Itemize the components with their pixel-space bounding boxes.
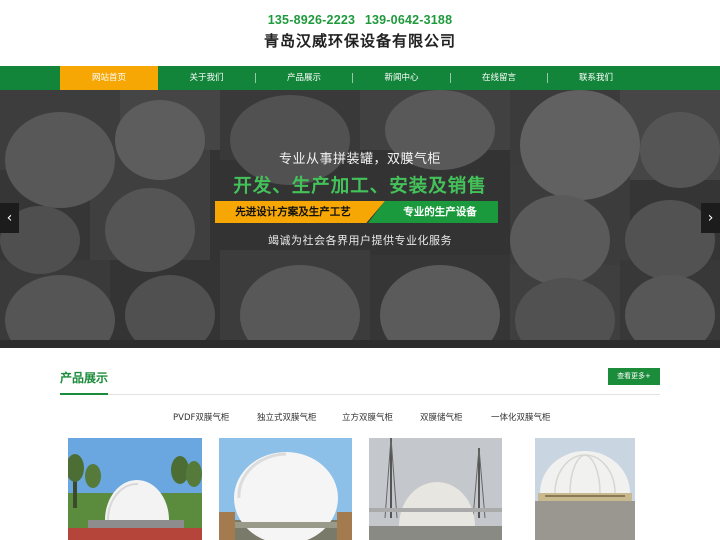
section-title-underline <box>60 393 108 395</box>
section-divider <box>60 394 660 395</box>
phone-1[interactable]: 135-8926-2223 <box>268 13 355 27</box>
product-image-dome-towers <box>369 438 502 540</box>
product-image-integrated-dome <box>535 438 635 540</box>
nav-news[interactable]: 新闻中心 <box>353 66 450 90</box>
product-thumbnail[interactable] <box>68 438 202 540</box>
nav-home[interactable]: 网站首页 <box>60 66 158 90</box>
company-name: 青岛汉威环保设备有限公司 <box>263 32 456 50</box>
banner-headline: 专业从事拼装罐，双膜气柜 <box>278 152 441 167</box>
main-nav: 网站首页 关于我们 产品展示 新闻中心 在线留言 联系我们 <box>0 66 720 90</box>
product-thumbnail[interactable] <box>219 438 352 540</box>
banner-main-title: 开发、生产加工、安装及销售 <box>233 176 487 197</box>
site-header: 135-8926-2223 139-0642-3188 青岛汉威环保设备有限公司 <box>0 0 720 66</box>
category-storage[interactable]: 双膜储气柜 <box>420 411 463 423</box>
view-more-button[interactable]: 查看更多+ <box>608 368 660 385</box>
phone-numbers: 135-8926-2223 139-0642-3188 <box>0 13 720 27</box>
category-standalone[interactable]: 独立式双膜气柜 <box>257 411 317 423</box>
category-cubic[interactable]: 立方双膜气柜 <box>342 411 393 423</box>
category-integrated[interactable]: 一体化双膜气柜 <box>491 411 551 423</box>
product-image-dome-trees <box>68 438 202 540</box>
category-pvdf[interactable]: PVDF双膜气柜 <box>173 411 229 423</box>
chevron-left-icon[interactable]: ‹ <box>0 203 19 233</box>
section-title-products: 产品展示 <box>60 371 109 385</box>
banner-subtitle: 竭诚为社会各界用户提供专业化服务 <box>268 234 452 247</box>
product-image-large-sphere <box>219 438 352 540</box>
nav-contact[interactable]: 联系我们 <box>548 66 644 90</box>
phone-2[interactable]: 139-0642-3188 <box>365 13 452 27</box>
product-thumbnail[interactable] <box>535 438 635 540</box>
chevron-right-icon[interactable]: › <box>701 203 720 233</box>
hero-banner: 专业从事拼装罐，双膜气柜 开发、生产加工、安装及销售 先进设计方案及生产工艺 专… <box>0 90 720 348</box>
nav-message[interactable]: 在线留言 <box>451 66 547 90</box>
nav-products[interactable]: 产品展示 <box>256 66 352 90</box>
product-thumbnail[interactable] <box>369 438 502 540</box>
nav-about[interactable]: 关于我们 <box>158 66 255 90</box>
banner-tag-equipment: 专业的生产设备 <box>368 201 498 223</box>
banner-tag-design: 先进设计方案及生产工艺 <box>215 201 385 223</box>
